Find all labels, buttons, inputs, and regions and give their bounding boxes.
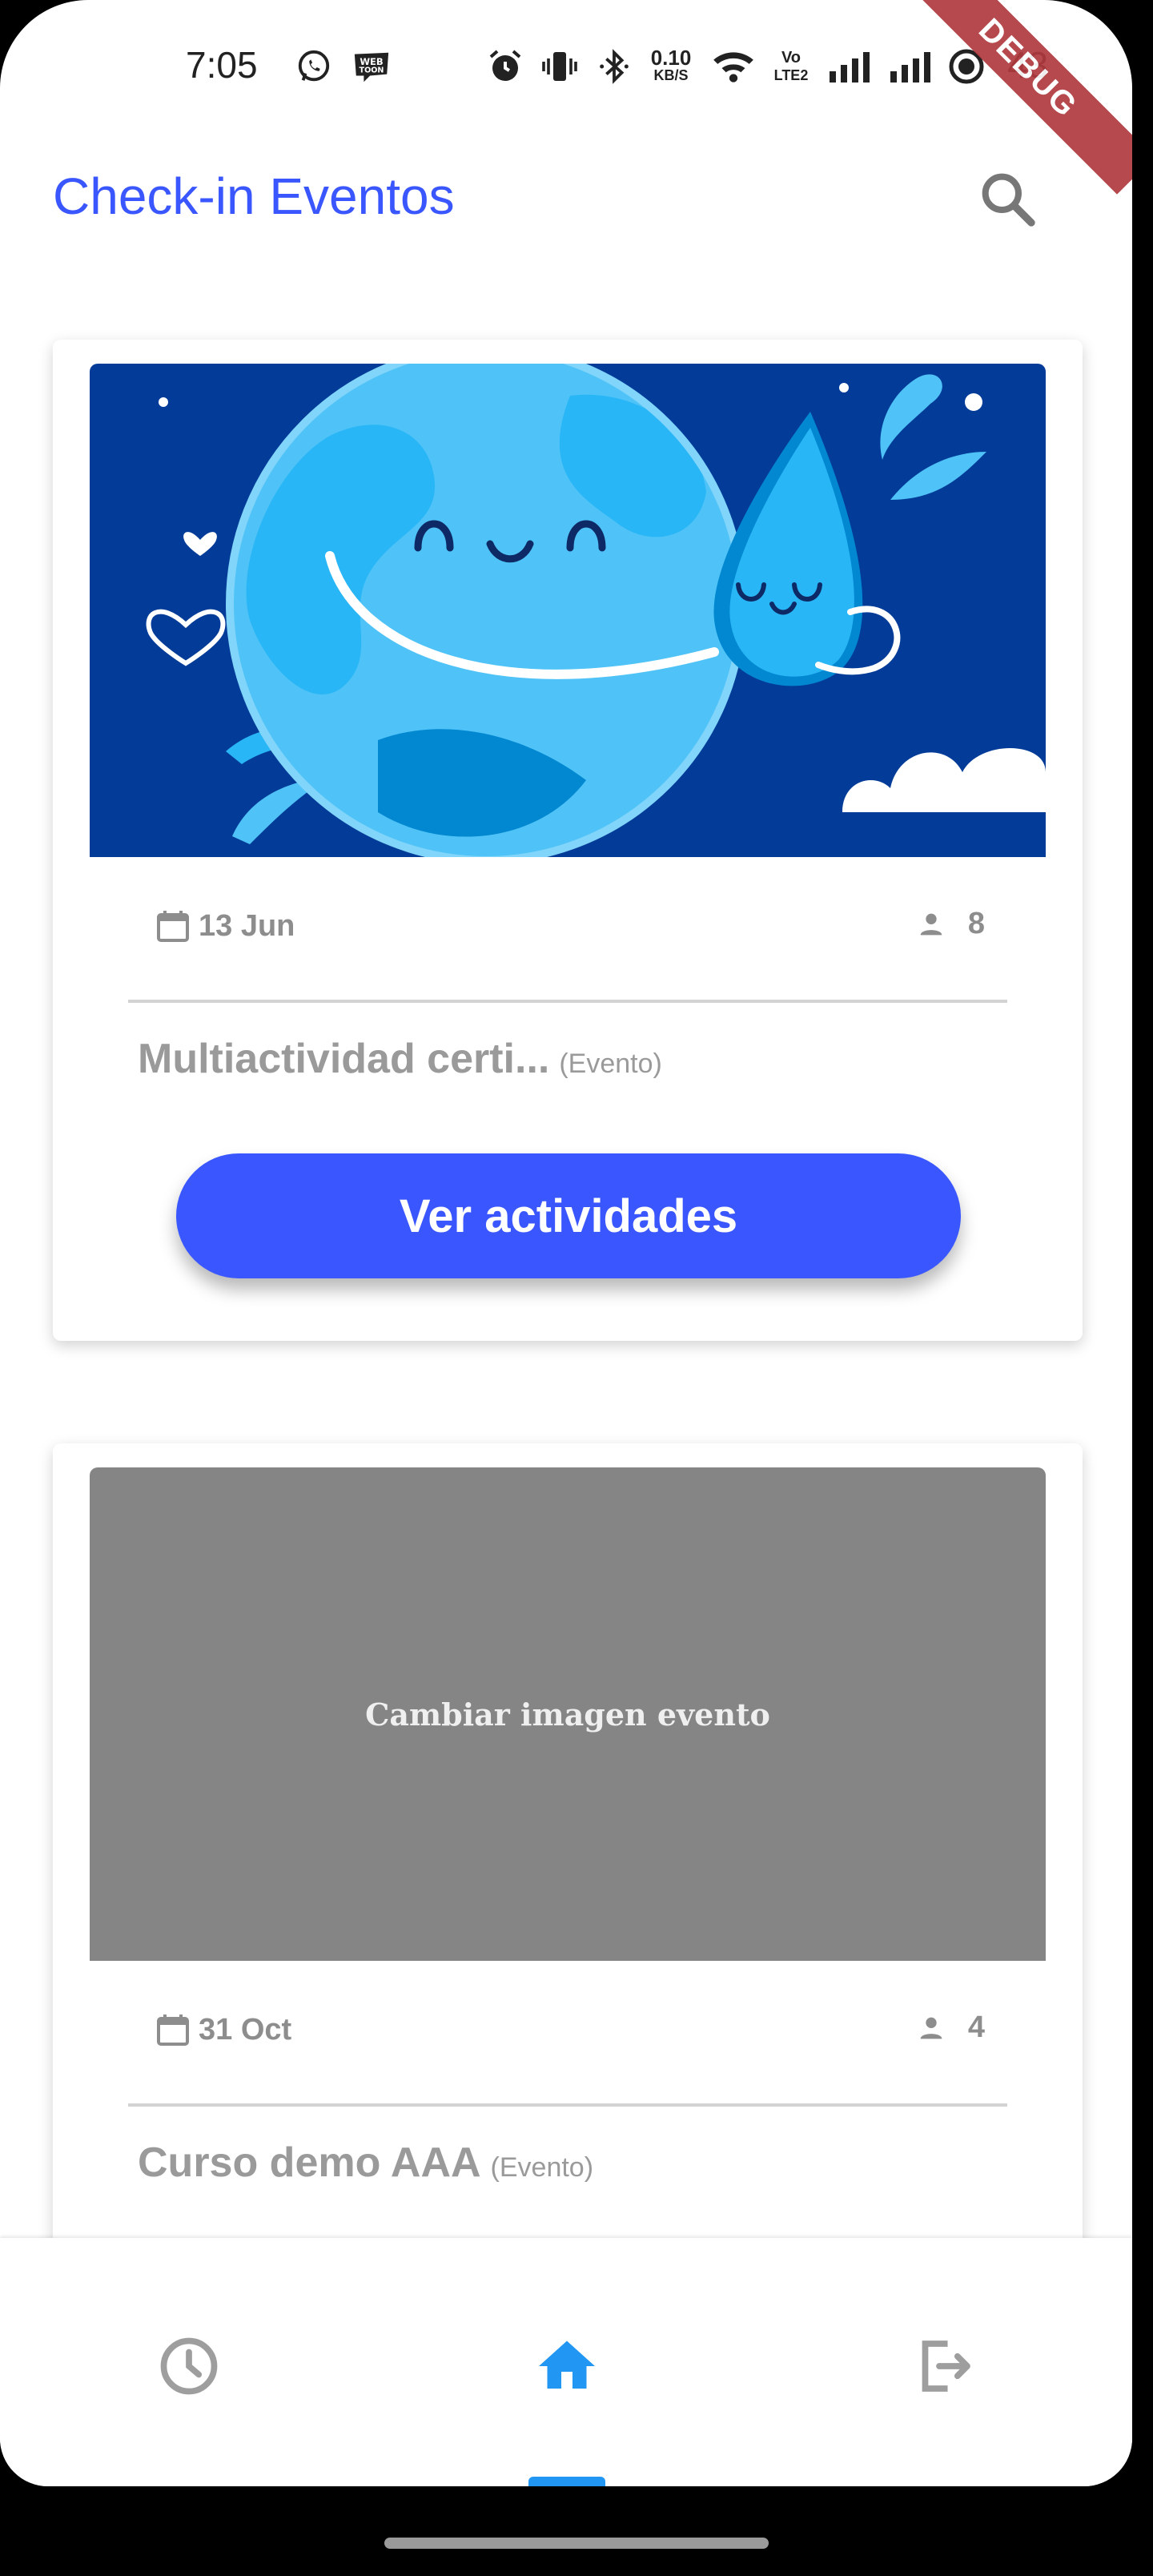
volte-icon: Vo LTE2 [773,49,809,83]
event-meta: 31 Oct 4 [53,2004,1083,2060]
event-date: 31 Oct [154,2010,291,2049]
signal-icon [825,46,873,87]
search-icon [982,173,1035,227]
attendee-count: 8 [915,907,985,941]
svg-text:TOON: TOON [360,66,384,75]
calendar-icon [157,911,189,942]
event-card[interactable]: Cambiar imagen evento 31 Oct 4 Curso dem… [53,1443,1083,2324]
event-date: 13 Jun [154,907,295,945]
calendar-icon [157,2015,189,2046]
bottom-navigation [0,2238,1132,2486]
attendee-count: 4 [915,2010,985,2045]
event-title-row: Multiactividad certi... (Evento) [138,1035,662,1083]
divider [128,2103,1007,2107]
event-meta: 13 Jun 8 [53,900,1083,956]
event-type: (Evento) [559,1049,662,1079]
event-image [90,364,1046,857]
search-button[interactable] [969,160,1046,237]
event-title-row: Curso demo AAA (Evento) [138,2139,593,2187]
view-activities-button[interactable]: Ver actividades [176,1153,961,1278]
page-title: Check-in Eventos [53,167,455,225]
nav-history[interactable] [149,2326,229,2406]
divider [128,1000,1007,1003]
wifi-icon [708,46,759,87]
event-name: Curso demo AAA [138,2139,481,2186]
event-date-label: 13 Jun [199,908,295,943]
person-icon [920,2017,942,2039]
attendee-count-label: 8 [967,907,985,940]
gesture-handle[interactable] [384,2538,769,2549]
status-time: 7:05 [186,44,258,86]
history-icon [160,2337,218,2395]
webtoon-icon: WEB TOON [349,46,394,87]
status-bar: 7:05 WEB TOON 0.10 KB/S Vo LTE2 DEBUG [0,0,1132,195]
network-speed: 0.10 KB/S [650,46,692,83]
vibrate-icon [538,46,581,87]
home-icon [539,2341,595,2389]
app-bar: Check-in Eventos [0,136,1132,264]
logout-icon [922,2341,970,2392]
event-date-label: 31 Oct [199,2012,292,2047]
person-icon [920,913,942,935]
event-image-placeholder[interactable]: Cambiar imagen evento [90,1467,1046,1961]
active-tab-indicator [528,2477,605,2486]
app-screen: 7:05 WEB TOON 0.10 KB/S Vo LTE2 DEBUG Ch… [0,0,1132,2486]
change-image-label: Cambiar imagen evento [365,1696,770,1733]
earth-water-illustration [90,364,1046,857]
event-name: Multiactividad certi... [138,1036,550,1082]
bluetooth-icon [593,46,636,87]
nav-home[interactable] [527,2326,607,2406]
event-type: (Evento) [490,2152,594,2183]
whatsapp-icon [293,46,335,87]
nav-logout[interactable] [905,2326,985,2406]
attendee-count-label: 4 [967,2010,985,2044]
alarm-icon [484,46,527,87]
signal-icon [886,46,934,87]
event-card[interactable]: 13 Jun 8 Multiactividad certi... (Evento… [53,340,1083,1341]
